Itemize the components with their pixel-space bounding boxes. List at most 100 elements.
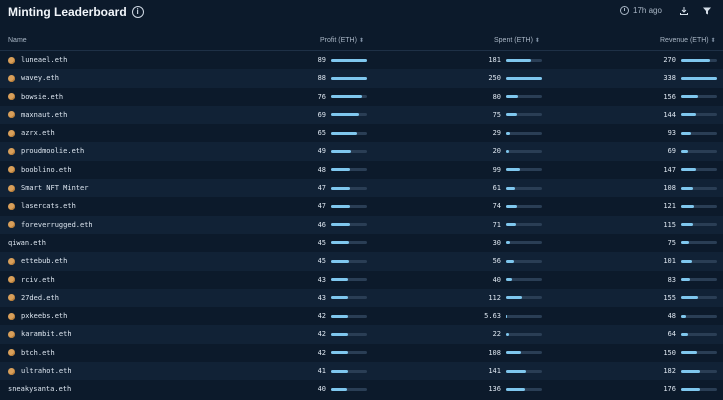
profit-bar-fill <box>331 351 348 355</box>
spent-bar-fill <box>506 387 526 391</box>
column-header-name[interactable]: Name <box>8 37 27 44</box>
table-row[interactable]: karambit.eth 42 22 64 <box>0 325 723 344</box>
info-icon[interactable]: i <box>131 6 144 18</box>
revenue-bar-fill <box>681 186 693 190</box>
table-row[interactable]: booblino.eth 48 99 147 <box>0 160 723 180</box>
avatar-icon <box>8 294 15 302</box>
minter-name-cell[interactable]: 27ded.eth <box>8 294 59 302</box>
minter-name-cell[interactable]: proudmoolie.eth <box>8 147 84 155</box>
revenue-value: 338 <box>663 74 676 83</box>
minter-name-cell[interactable]: btch.eth <box>8 349 55 357</box>
minter-name-cell[interactable]: pxkeebs.eth <box>8 312 67 320</box>
profit-bar-fill <box>331 168 351 172</box>
minter-name-cell[interactable]: ultrahot.eth <box>8 367 72 375</box>
table-header: Name Profit (ETH) ⬍ Spent (ETH) ⬍ Revenue … <box>0 33 723 51</box>
table-row[interactable]: lasercats.eth 47 74 121 <box>0 197 723 216</box>
table-row[interactable]: maxnaut.eth 69 75 144 <box>0 105 723 125</box>
avatar-icon <box>8 312 15 320</box>
minter-name-cell[interactable]: foreverrugged.eth <box>8 221 93 229</box>
minter-name-cell[interactable]: luneael.eth <box>8 56 67 64</box>
revenue-value: 93 <box>667 129 676 138</box>
minter-name-cell[interactable]: rciv.eth <box>8 276 55 284</box>
table-row[interactable]: rciv.eth 43 40 83 <box>0 270 723 289</box>
minter-name: qiwan.eth <box>8 238 46 247</box>
avatar-icon <box>8 93 15 101</box>
spent-value: 141 <box>488 367 501 376</box>
minter-name-cell[interactable]: lasercats.eth <box>8 202 76 210</box>
minter-name-cell[interactable]: booblino.eth <box>8 166 72 174</box>
profit-bar-track <box>331 186 367 190</box>
spent-bar-track <box>506 131 542 135</box>
profit-value: 48 <box>317 165 326 174</box>
minter-name: Smart NFT Minter <box>21 184 89 193</box>
minter-name-cell[interactable]: karambit.eth <box>8 330 72 338</box>
download-icon[interactable] <box>679 6 689 16</box>
avatar-icon <box>8 111 15 119</box>
revenue-bar-track <box>681 314 717 318</box>
minter-name-cell[interactable]: sneakysanta.eth <box>8 385 71 393</box>
table-row[interactable]: azrx.eth 65 29 93 <box>0 124 723 143</box>
sort-icon[interactable]: ⬍ <box>359 38 364 44</box>
minter-name-cell[interactable]: azrx.eth <box>8 129 55 137</box>
profit-bar-fill <box>331 332 348 336</box>
avatar-icon <box>8 147 15 155</box>
minter-name-cell[interactable]: qiwan.eth <box>8 239 46 247</box>
table-row[interactable]: ettebub.eth 45 56 101 <box>0 252 723 271</box>
profit-bar-track <box>331 369 367 373</box>
minter-name-cell[interactable]: maxnaut.eth <box>8 111 67 119</box>
minter-name: booblino.eth <box>21 165 72 174</box>
spent-value: 20 <box>492 147 501 156</box>
spent-bar-track <box>506 369 542 373</box>
sort-icon[interactable]: ⬍ <box>711 38 716 44</box>
table-row[interactable]: luneael.eth 89 181 270 <box>0 51 723 70</box>
revenue-bar-track <box>681 369 717 373</box>
table-row[interactable]: proudmoolie.eth 49 20 69 <box>0 142 723 161</box>
table-row[interactable]: btch.eth 42 108 150 <box>0 343 723 363</box>
minter-name: luneael.eth <box>21 56 68 64</box>
revenue-bar-track <box>681 223 717 227</box>
sort-icon[interactable]: ⬍ <box>535 38 540 44</box>
table-row[interactable]: Smart NFT Minter 47 61 108 <box>0 179 723 198</box>
clock-icon <box>620 6 629 15</box>
spent-bar-fill <box>506 223 517 227</box>
table-row[interactable]: foreverrugged.eth 46 71 115 <box>0 215 723 234</box>
profit-value: 43 <box>317 293 326 302</box>
table-row[interactable]: 27ded.eth 43 112 155 <box>0 288 723 308</box>
minter-name-cell[interactable]: Smart NFT Minter <box>8 184 88 192</box>
spent-bar-fill <box>506 186 515 190</box>
table-row[interactable]: ultrahot.eth 41 141 182 <box>0 362 723 381</box>
table-row[interactable]: pxkeebs.eth 42 5.63 48 <box>0 307 723 326</box>
spent-bar-track <box>506 387 542 391</box>
revenue-bar-fill <box>681 113 697 117</box>
table-row[interactable]: qiwan.eth 45 30 75 <box>0 233 723 253</box>
table-row[interactable]: bowsie.eth 76 80 156 <box>0 87 723 106</box>
filter-icon[interactable] <box>702 6 712 16</box>
minter-name-cell[interactable]: ettebub.eth <box>8 257 67 265</box>
avatar-icon <box>8 330 15 338</box>
avatar-icon <box>8 349 15 357</box>
profit-value: 42 <box>317 348 326 357</box>
revenue-value: 101 <box>663 257 676 266</box>
minter-name-cell[interactable]: bowsie.eth <box>8 93 63 101</box>
spent-bar-fill <box>506 351 522 355</box>
profit-bar-track <box>331 149 367 153</box>
avatar-icon <box>8 257 15 265</box>
column-header-spent[interactable]: Spent (ETH) ⬍ <box>494 37 540 44</box>
table-row[interactable]: sneakysanta.eth 40 136 176 <box>0 380 723 399</box>
spent-value: 61 <box>492 184 501 193</box>
revenue-bar-fill <box>681 314 687 318</box>
spent-value: 250 <box>488 74 501 83</box>
spent-bar-track <box>506 113 542 117</box>
page-title: Minting Leaderboard i <box>8 5 144 19</box>
minter-name-cell[interactable]: wavey.eth <box>8 74 59 82</box>
spent-bar-track <box>506 314 542 318</box>
column-header-profit[interactable]: Profit (ETH) ⬍ <box>320 37 364 44</box>
revenue-bar-fill <box>681 296 698 300</box>
spent-value: 99 <box>492 165 501 174</box>
avatar-icon <box>8 129 15 137</box>
table-row[interactable]: wavey.eth 88 250 338 <box>0 69 723 88</box>
revenue-bar-fill <box>681 168 697 172</box>
profit-value: 45 <box>317 257 326 266</box>
column-header-revenue[interactable]: Revenue (ETH) ⬍ <box>660 37 716 44</box>
revenue-bar-fill <box>681 241 689 245</box>
